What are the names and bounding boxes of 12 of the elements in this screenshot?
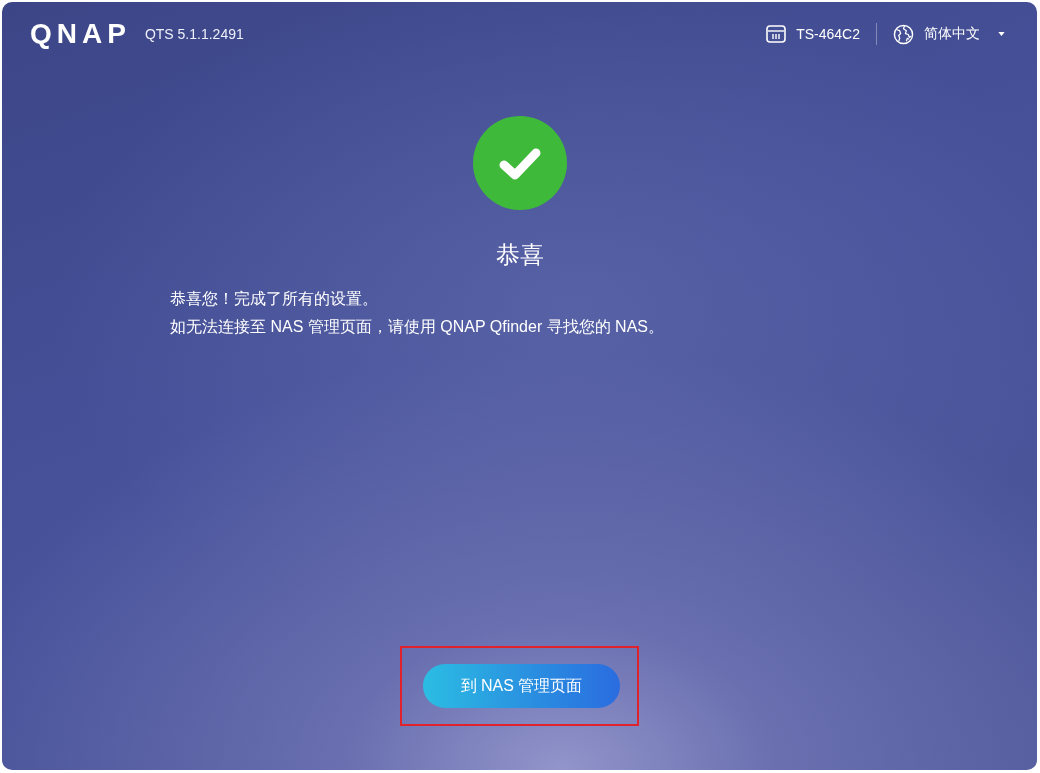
language-selector[interactable]: 简体中文 (893, 23, 1005, 45)
message-text: 恭喜您！完成了所有的设置。 (170, 289, 378, 309)
logo: QNAP (30, 19, 131, 49)
caret-icon (998, 32, 1005, 36)
go-to-nas-button[interactable]: 到 NAS 管理页面 (423, 664, 620, 708)
status-title: 恭喜 (495, 240, 544, 270)
server-icon (766, 24, 787, 44)
version-label: QTS 5.1.1.2491 (144, 26, 244, 42)
device-model: TS-464C2 (796, 26, 860, 42)
check-circle-icon (472, 116, 567, 210)
message-text: 如无法连接至 NAS 管理页面，请使用 QNAP Qfinder 寻找您的 NAS。 (170, 317, 664, 337)
globe-icon (893, 23, 914, 45)
